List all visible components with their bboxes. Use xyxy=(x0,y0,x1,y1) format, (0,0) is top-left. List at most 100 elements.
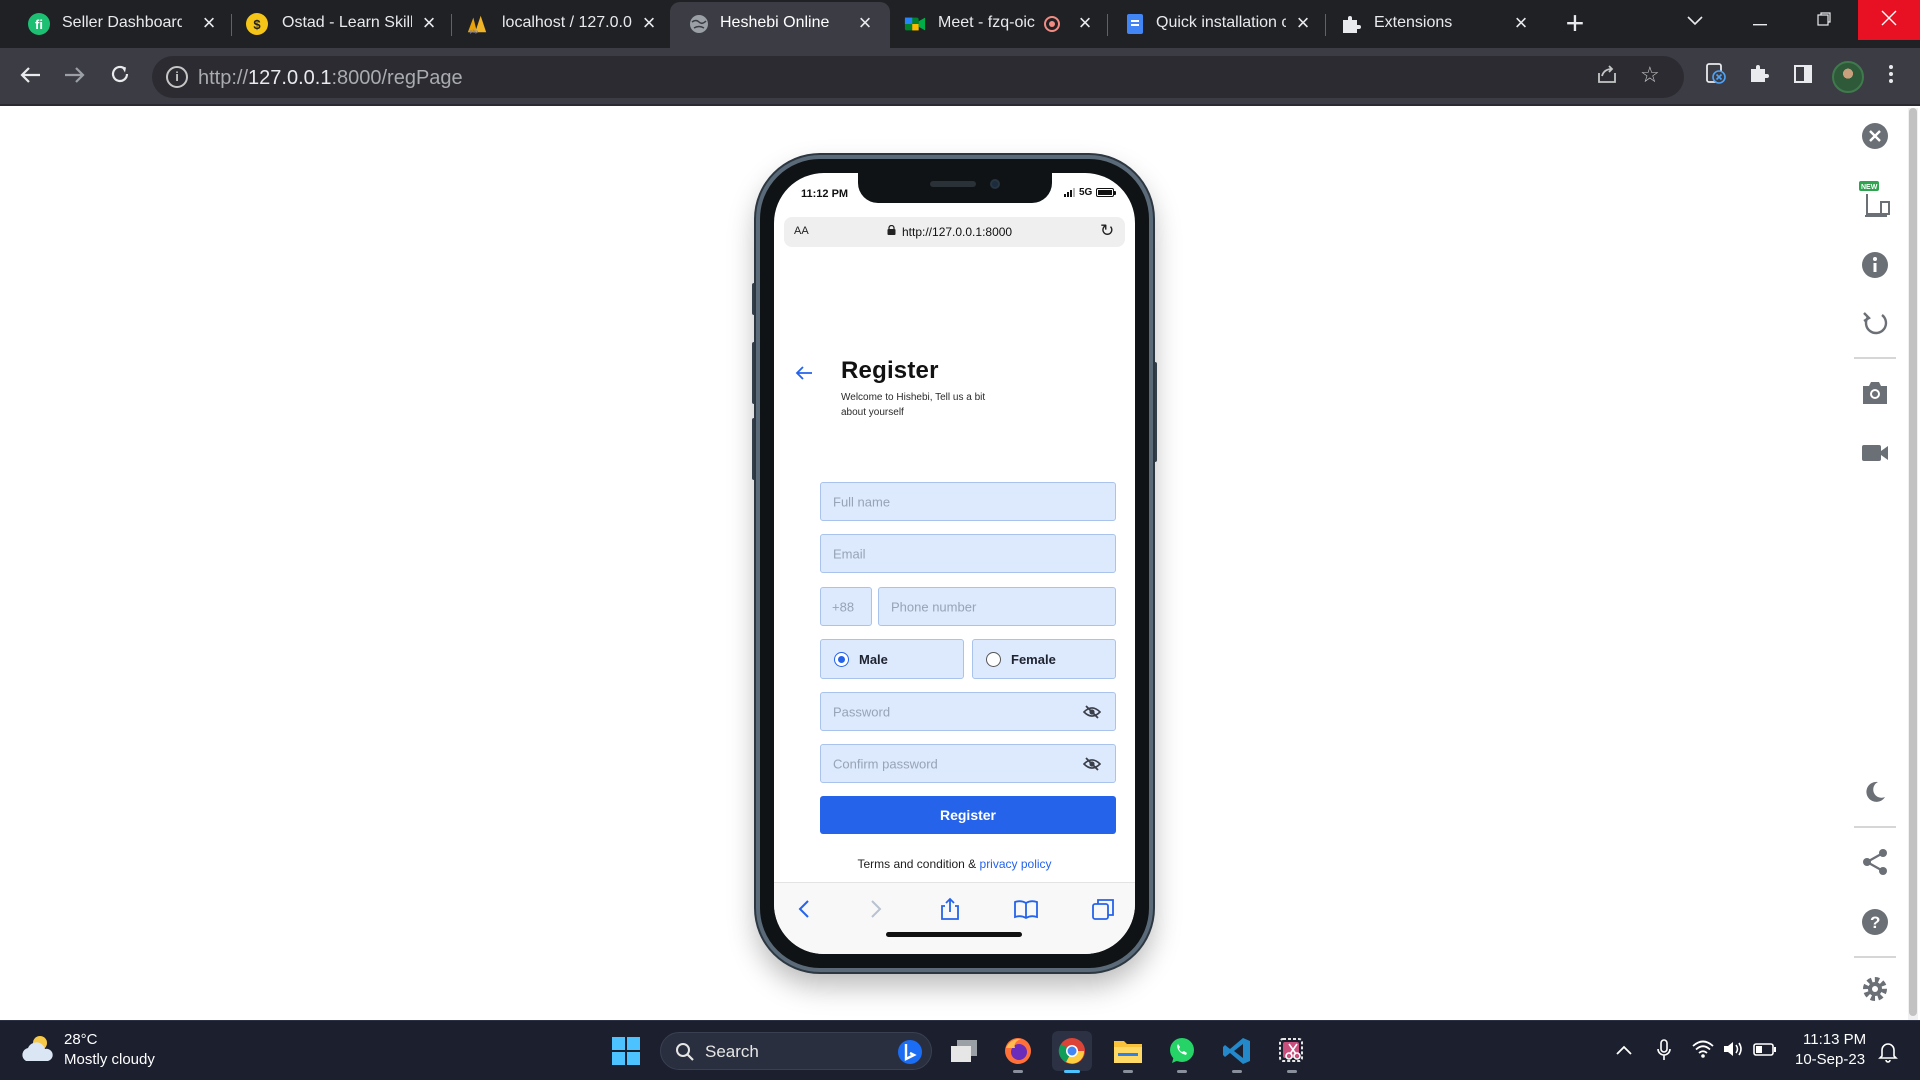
menu-kebab-icon[interactable] xyxy=(1871,58,1911,96)
extensions-puzzle-icon[interactable] xyxy=(1740,58,1778,96)
safari-bookmarks-icon[interactable] xyxy=(1013,897,1039,921)
help-icon[interactable]: ? xyxy=(1850,902,1900,942)
tab-quick-installation[interactable]: Quick installation c × xyxy=(1110,0,1330,48)
phone-number-field[interactable]: Phone number xyxy=(878,587,1116,626)
tab-title: Meet - fzq-oic xyxy=(938,14,1035,31)
share-nodes-icon[interactable] xyxy=(1850,842,1900,882)
back-arrow-icon[interactable] xyxy=(794,364,814,382)
privacy-policy-link[interactable]: privacy policy xyxy=(980,857,1052,871)
forward-button[interactable] xyxy=(56,58,94,96)
recording-icon xyxy=(1044,16,1060,32)
whatsapp-app[interactable] xyxy=(1162,1031,1202,1073)
toolbar-divider xyxy=(1854,956,1896,958)
show-hidden-icons-chevron-icon[interactable] xyxy=(1616,1045,1632,1055)
volume-icon[interactable] xyxy=(1722,1039,1744,1059)
address-bar[interactable]: i http://127.0.0.1:8000/regPage ☆ xyxy=(152,56,1684,98)
back-button[interactable] xyxy=(11,58,49,96)
task-view-button[interactable] xyxy=(944,1031,984,1071)
minimize-button[interactable] xyxy=(1731,0,1789,40)
bookmark-star-icon[interactable]: ☆ xyxy=(1640,62,1660,88)
tab-search-chevron-icon[interactable] xyxy=(1666,0,1724,40)
wifi-icon[interactable] xyxy=(1692,1039,1714,1059)
close-tab-icon[interactable]: × xyxy=(852,10,878,36)
email-placeholder: Email xyxy=(833,546,866,561)
record-video-icon[interactable] xyxy=(1850,433,1900,473)
clock-date[interactable]: 10-Sep-23 xyxy=(1795,1051,1865,1068)
close-tab-icon[interactable]: × xyxy=(196,10,222,36)
windows-start-button[interactable] xyxy=(606,1031,646,1071)
close-tab-icon[interactable]: × xyxy=(1508,10,1534,36)
tab-meet[interactable]: Meet - fzq-oic × xyxy=(890,0,1110,48)
gender-option-female[interactable]: Female xyxy=(972,639,1116,679)
clock-time[interactable]: 11:13 PM xyxy=(1803,1031,1866,1048)
battery-icon[interactable] xyxy=(1753,1039,1777,1059)
share-icon[interactable] xyxy=(1596,64,1618,90)
safari-forward-icon[interactable] xyxy=(862,897,888,921)
tab-extensions[interactable]: Extensions × xyxy=(1330,0,1550,48)
taskbar-search[interactable]: Search xyxy=(660,1032,932,1070)
radio-female[interactable] xyxy=(986,652,1001,667)
weather-temp[interactable]: 28°C xyxy=(64,1031,98,1048)
restore-button[interactable] xyxy=(1795,0,1853,40)
full-name-field[interactable]: Full name xyxy=(820,482,1116,521)
safari-back-icon[interactable] xyxy=(792,897,818,921)
close-window-button[interactable] xyxy=(1858,0,1920,40)
tab-divider xyxy=(1325,14,1326,36)
tab-heshebi-online[interactable]: Heshebi Online × xyxy=(670,2,890,48)
scrollbar-thumb[interactable] xyxy=(1909,108,1917,1016)
close-emulator-button[interactable] xyxy=(1850,116,1900,156)
tab-localhost[interactable]: php localhost / 127.0.0. × xyxy=(440,0,670,48)
cloudy-weather-icon[interactable] xyxy=(20,1033,56,1065)
safari-reload-icon[interactable]: ↻ xyxy=(1100,221,1114,241)
full-name-placeholder: Full name xyxy=(833,494,891,509)
microphone-icon[interactable] xyxy=(1656,1039,1672,1061)
vscode-app[interactable] xyxy=(1217,1031,1257,1073)
gender-option-male[interactable]: Male xyxy=(820,639,964,679)
close-tab-icon[interactable]: × xyxy=(636,10,662,36)
file-explorer-app[interactable] xyxy=(1108,1031,1148,1073)
tab-seller-dashboard[interactable]: fi Seller Dashboard × xyxy=(0,0,220,48)
screenshot-camera-icon[interactable] xyxy=(1850,373,1900,413)
info-icon[interactable] xyxy=(1850,245,1900,285)
extension-x-icon[interactable] xyxy=(1696,58,1734,96)
home-indicator xyxy=(886,932,1022,937)
network-label: 5G xyxy=(1079,187,1093,198)
safari-tabs-icon[interactable] xyxy=(1090,897,1116,921)
new-tab-button[interactable]: + xyxy=(1561,7,1589,39)
running-indicator xyxy=(1013,1070,1023,1073)
notification-bell-icon[interactable] xyxy=(1878,1041,1898,1063)
settings-gear-icon[interactable] xyxy=(1850,969,1900,1009)
page-scrollbar[interactable] xyxy=(1908,108,1918,1020)
eye-slash-icon[interactable] xyxy=(1083,756,1101,771)
snipping-tool-app[interactable] xyxy=(1272,1031,1312,1073)
country-code-field[interactable]: +88 xyxy=(820,587,872,626)
rotate-icon[interactable] xyxy=(1850,304,1900,344)
reader-aa-button[interactable]: AA xyxy=(794,225,809,237)
register-button[interactable]: Register xyxy=(820,796,1116,834)
site-info-icon[interactable]: i xyxy=(166,66,188,88)
reload-button[interactable] xyxy=(101,58,139,96)
safari-share-icon[interactable] xyxy=(937,897,963,921)
confirm-password-field[interactable]: Confirm password xyxy=(820,744,1116,783)
url-path: :8000/regPage xyxy=(331,67,463,89)
profile-avatar[interactable] xyxy=(1832,61,1864,93)
ostad-icon: $ xyxy=(246,13,268,35)
tab-ostad[interactable]: $ Ostad - Learn Skills × xyxy=(220,0,440,48)
firefox-app[interactable] xyxy=(998,1031,1038,1073)
dark-mode-moon-icon[interactable] xyxy=(1850,772,1900,812)
side-panel-icon[interactable] xyxy=(1784,58,1822,96)
email-field[interactable]: Email xyxy=(820,534,1116,573)
safari-address-bar[interactable]: AA http://127.0.0.1:8000 ↻ xyxy=(784,217,1125,247)
radio-male[interactable] xyxy=(834,652,849,667)
chrome-icon xyxy=(1058,1038,1085,1064)
chrome-app[interactable] xyxy=(1052,1031,1092,1073)
close-tab-icon[interactable]: × xyxy=(1072,10,1098,36)
close-tab-icon[interactable]: × xyxy=(416,10,442,36)
weather-desc[interactable]: Mostly cloudy xyxy=(64,1051,155,1068)
eye-slash-icon[interactable] xyxy=(1083,704,1101,719)
device-toggle-button[interactable]: NEW xyxy=(1850,180,1900,220)
password-field[interactable]: Password xyxy=(820,692,1116,731)
address-url[interactable]: http://127.0.0.1:8000/regPage xyxy=(198,67,463,90)
windows-taskbar: 28°C Mostly cloudy Search 11:13 PM 10-Se… xyxy=(0,1020,1920,1080)
close-tab-icon[interactable]: × xyxy=(1290,10,1316,36)
